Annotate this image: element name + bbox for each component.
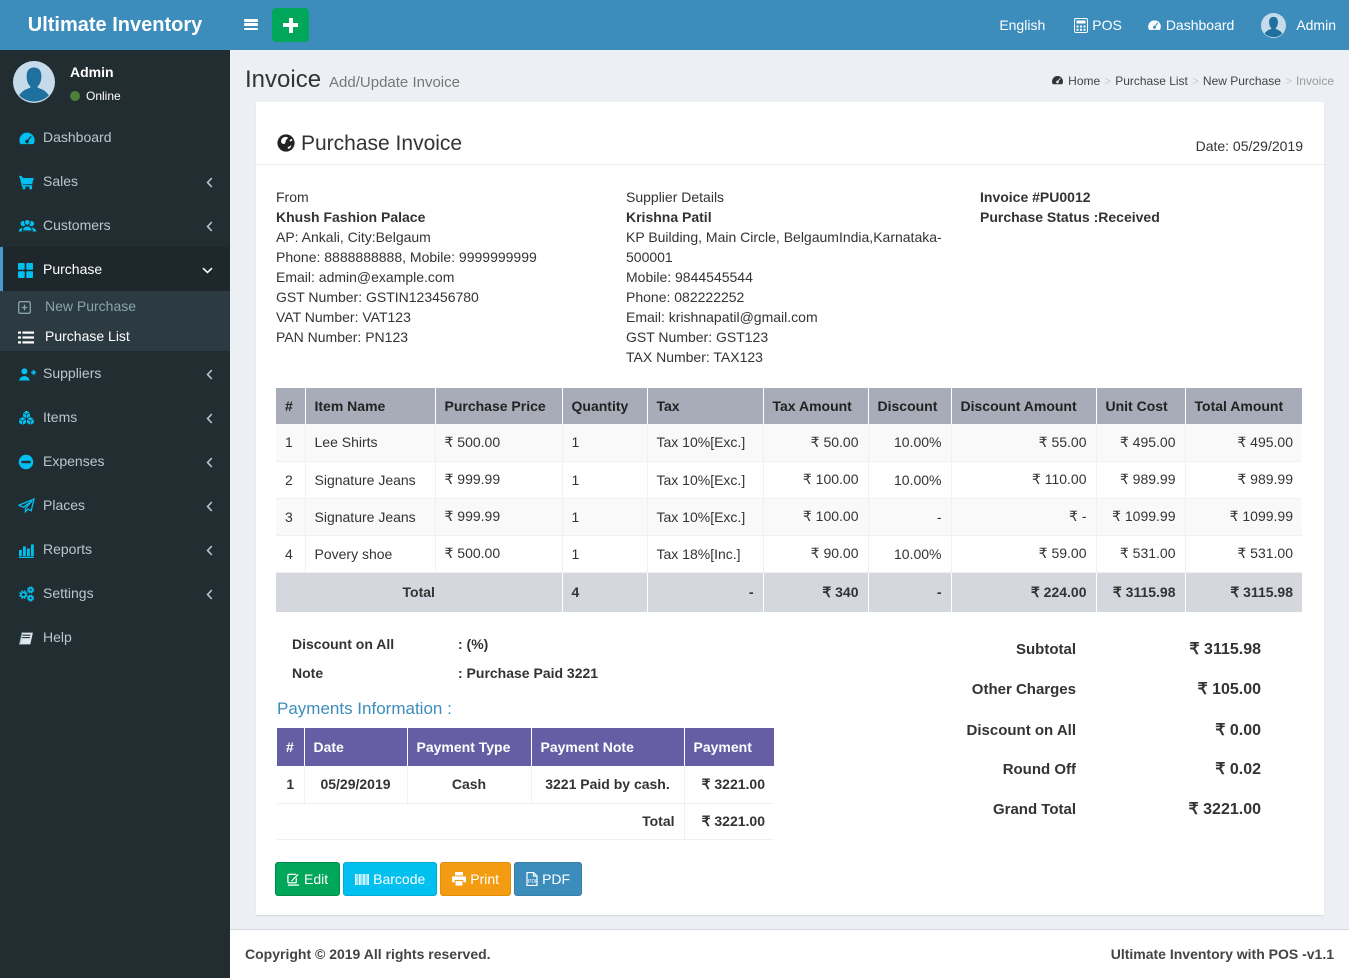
- svg-text:PDF: PDF: [528, 879, 538, 885]
